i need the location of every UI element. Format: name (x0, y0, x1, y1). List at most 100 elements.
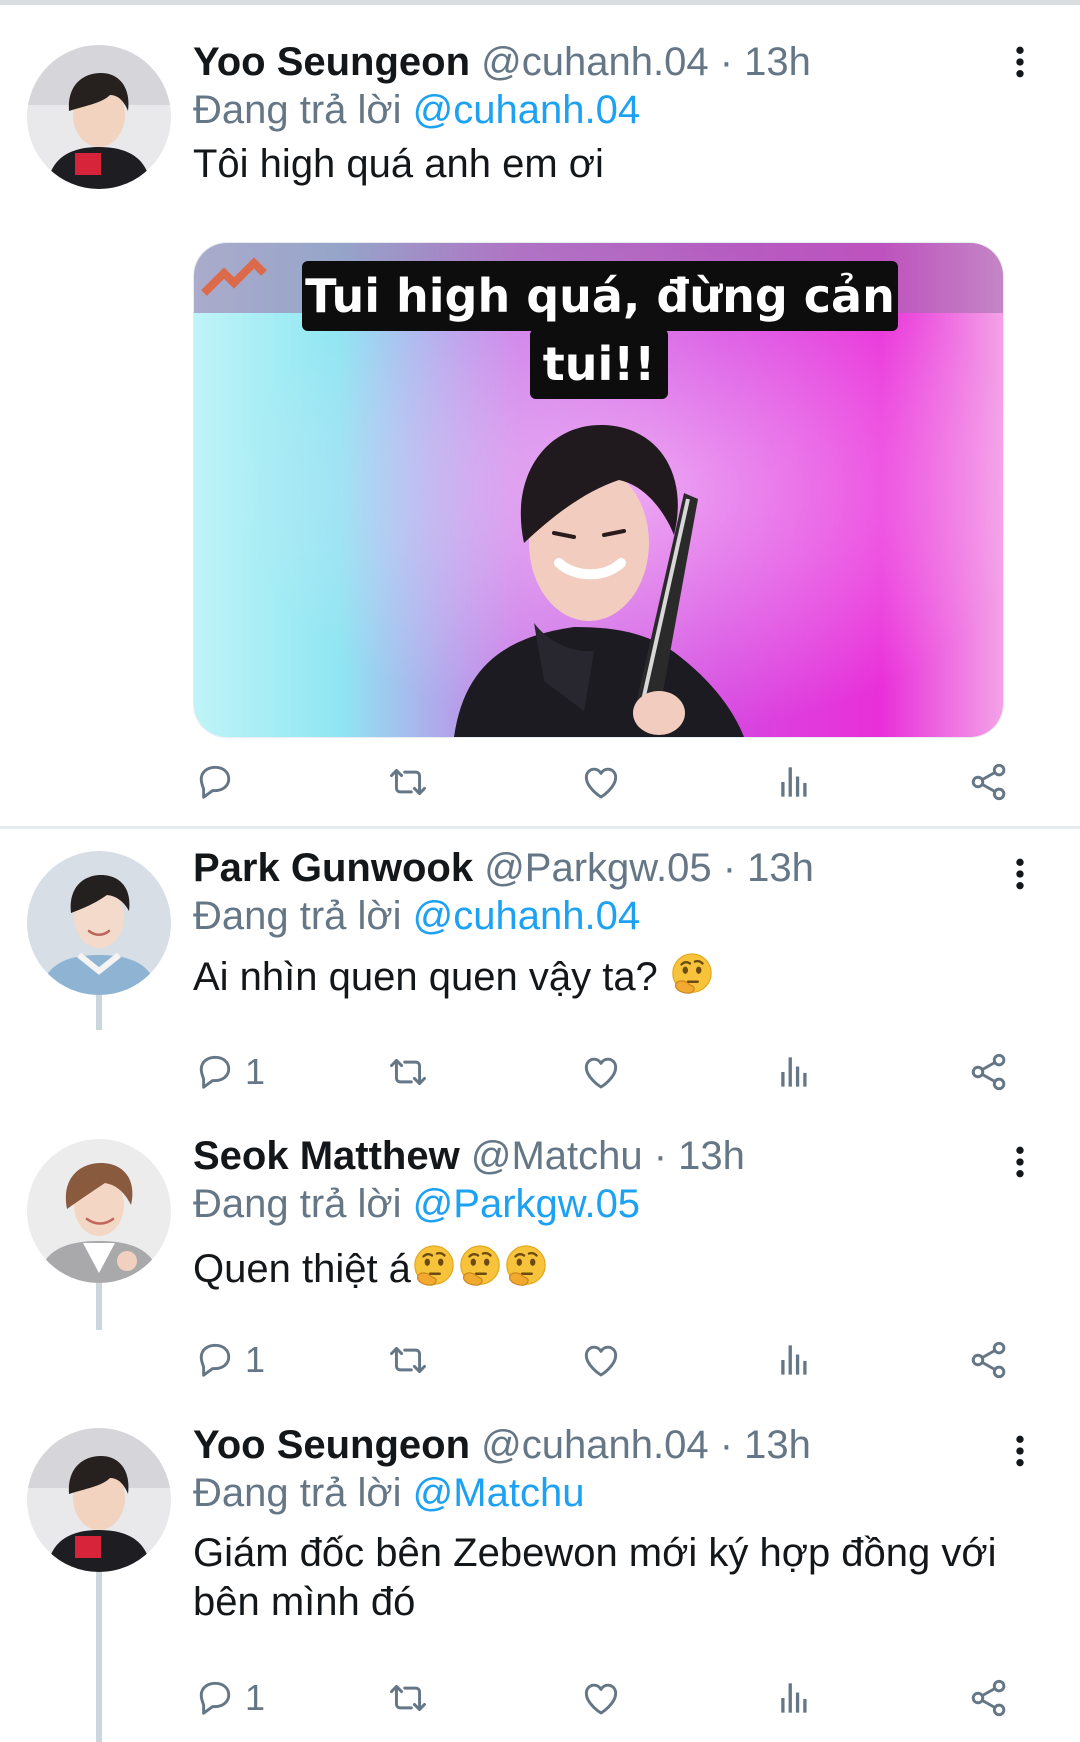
retweet-icon (386, 1676, 430, 1720)
like-button[interactable] (579, 1042, 623, 1102)
separator: · (642, 1134, 679, 1178)
share-icon (967, 1676, 1011, 1720)
replying-prefix: Đang trả lời (193, 1182, 402, 1226)
like-icon (579, 760, 623, 804)
avatar[interactable] (27, 1428, 171, 1572)
mention-link[interactable]: @cuhanh.04 (413, 88, 640, 132)
analytics-icon (773, 760, 817, 804)
share-button[interactable] (967, 752, 1011, 812)
avatar[interactable] (27, 1139, 171, 1283)
reply-icon (193, 1676, 237, 1720)
like-icon (579, 1050, 623, 1094)
tweet-header: Yoo Seungeon @cuhanh.04 · 13h (193, 1421, 1040, 1469)
tweet-divider (0, 826, 1080, 829)
timestamp[interactable]: 13h (744, 40, 811, 84)
like-button[interactable] (579, 1330, 623, 1390)
share-icon (967, 760, 1011, 804)
tweet-text: Ai nhìn quen quen vậy ta? (193, 955, 658, 999)
share-icon (967, 1338, 1011, 1382)
replying-to: Đang trả lời @cuhanh.04 (193, 892, 1040, 940)
media-caption: Tui high quá, đừng cản (302, 261, 898, 331)
reply-count: 1 (245, 1051, 266, 1092)
display-name[interactable]: Yoo Seungeon (193, 40, 470, 84)
reply-button[interactable] (193, 752, 245, 812)
analytics-icon (773, 1676, 817, 1720)
like-icon (579, 1676, 623, 1720)
retweet-icon (386, 1338, 430, 1382)
tweet-actions: 1 (193, 1042, 1013, 1102)
thinking-face-emoji (411, 1244, 457, 1290)
thinking-face-emoji (503, 1244, 549, 1290)
tweet-text: Giám đốc bên Zebewon mới ký hợp đồng với… (193, 1531, 997, 1624)
timestamp[interactable]: 13h (678, 1134, 745, 1178)
reply-count: 1 (245, 1339, 266, 1380)
analytics-icon (773, 1050, 817, 1094)
reply-button[interactable]: 1 (193, 1330, 265, 1390)
replying-to: Đang trả lời @Matchu (193, 1469, 1040, 1517)
reply-count: 1 (245, 1677, 266, 1718)
handle[interactable]: @cuhanh.04 (481, 1423, 708, 1467)
retweet-button[interactable] (386, 1668, 430, 1728)
share-button[interactable] (967, 1042, 1011, 1102)
share-button[interactable] (967, 1330, 1011, 1390)
mention-link[interactable]: @Matchu (413, 1471, 585, 1515)
replying-prefix: Đang trả lời (193, 1471, 402, 1515)
reply-icon (193, 1338, 237, 1382)
mention-link[interactable]: @Parkgw.05 (413, 1182, 640, 1226)
timestamp[interactable]: 13h (747, 846, 814, 890)
top-border (0, 0, 1080, 5)
tweet-text-container: Quen thiệt á (193, 1244, 1040, 1294)
analytics-button[interactable] (773, 1668, 817, 1728)
handle[interactable]: @cuhanh.04 (481, 40, 708, 84)
separator: · (708, 40, 745, 84)
analytics-button[interactable] (773, 1330, 817, 1390)
avatar[interactable] (27, 851, 171, 995)
mention-link[interactable]: @cuhanh.04 (413, 894, 640, 938)
avatar[interactable] (27, 45, 171, 189)
replying-prefix: Đang trả lời (193, 894, 402, 938)
timestamp[interactable]: 13h (744, 1423, 811, 1467)
share-button[interactable] (967, 1668, 1011, 1728)
retweet-button[interactable] (386, 1042, 430, 1102)
retweet-icon (386, 760, 430, 804)
tweet-actions: 1 (193, 1330, 1013, 1390)
more-options-icon[interactable] (1000, 1138, 1040, 1186)
more-options-icon[interactable] (1000, 850, 1040, 898)
tweet-text: Tôi high quá anh em ơi (193, 142, 604, 186)
tweet-header: Yoo Seungeon @cuhanh.04 · 13h (193, 38, 1040, 86)
share-icon (967, 1050, 1011, 1094)
separator: · (708, 1423, 745, 1467)
tweet-text-container: Ai nhìn quen quen vậy ta? (193, 952, 1040, 1002)
display-name[interactable]: Seok Matthew (193, 1134, 460, 1178)
reply-icon (193, 760, 237, 804)
display-name[interactable]: Park Gunwook (193, 846, 473, 890)
analytics-button[interactable] (773, 1042, 817, 1102)
reply-icon (193, 1050, 237, 1094)
tweet-header: Park Gunwook @Parkgw.05 · 13h (193, 844, 1040, 892)
more-options-icon[interactable] (1000, 1427, 1040, 1475)
retweet-icon (386, 1050, 430, 1094)
thinking-face-emoji (457, 1244, 503, 1290)
analytics-button[interactable] (773, 752, 817, 812)
media-caption: tui!! (530, 329, 668, 399)
separator: · (711, 846, 748, 890)
tweet-media[interactable]: Tui high quá, đừng cản tui!! (193, 242, 1004, 738)
replying-to: Đang trả lời @Parkgw.05 (193, 1180, 1040, 1228)
thinking-face-emoji (669, 952, 715, 998)
tweet-actions: 1 (193, 1668, 1013, 1728)
handle[interactable]: @Matchu (471, 1134, 643, 1178)
handle[interactable]: @Parkgw.05 (484, 846, 711, 890)
retweet-button[interactable] (386, 752, 430, 812)
like-icon (579, 1338, 623, 1382)
tweet-text: Quen thiệt á (193, 1247, 411, 1291)
replying-prefix: Đang trả lời (193, 88, 402, 132)
more-options-icon[interactable] (1000, 38, 1040, 86)
display-name[interactable]: Yoo Seungeon (193, 1423, 470, 1467)
analytics-icon (773, 1338, 817, 1382)
retweet-button[interactable] (386, 1330, 430, 1390)
like-button[interactable] (579, 1668, 623, 1728)
reply-button[interactable]: 1 (193, 1668, 265, 1728)
tweet-actions (193, 752, 1013, 812)
like-button[interactable] (579, 752, 623, 812)
reply-button[interactable]: 1 (193, 1042, 265, 1102)
